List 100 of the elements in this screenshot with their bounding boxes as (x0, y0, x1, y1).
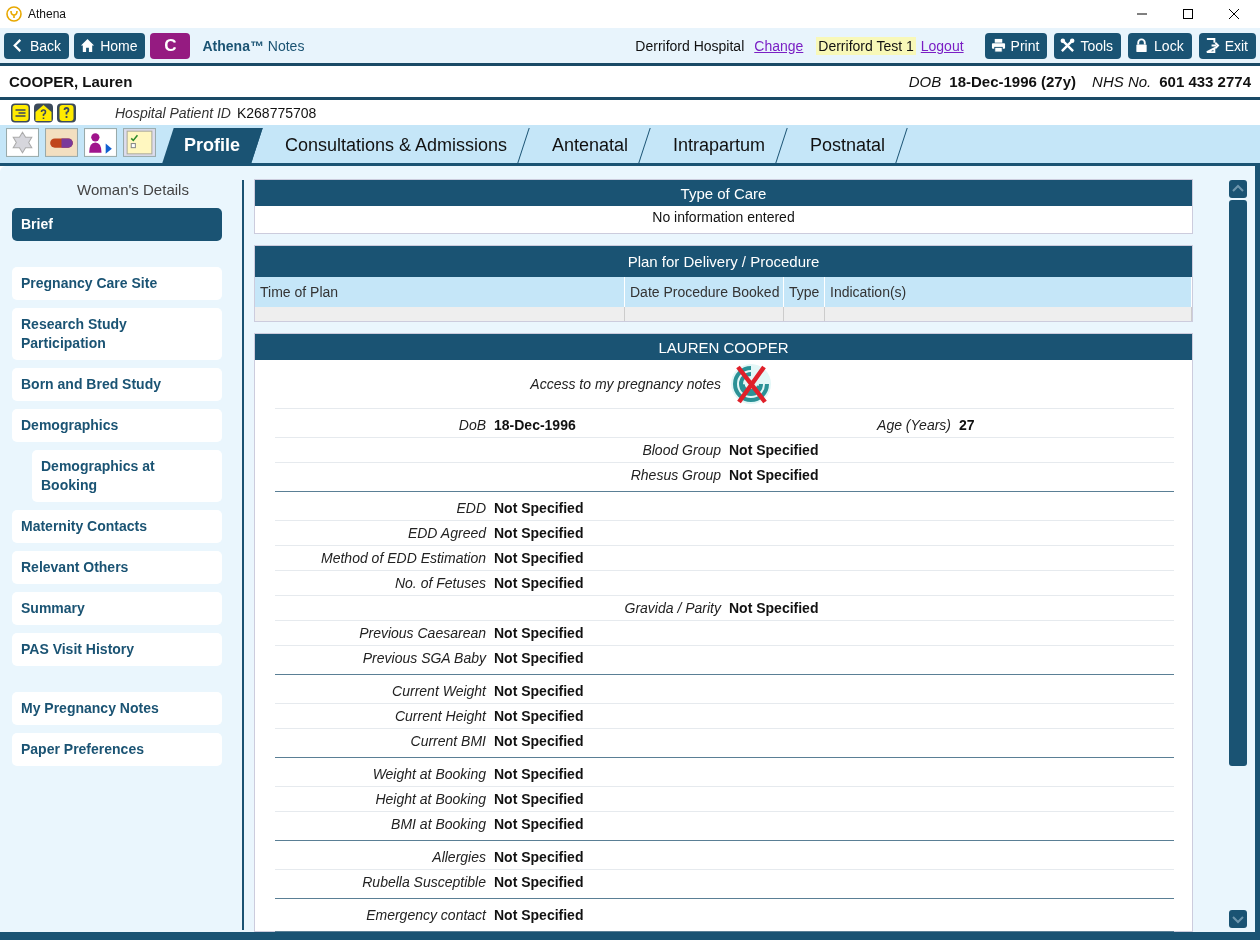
notes-access-icon[interactable] (729, 362, 773, 406)
field-value: Not Specified (494, 575, 584, 591)
scroll-up-icon[interactable] (1229, 180, 1247, 198)
field-label: Method of EDD Estimation (320, 550, 486, 566)
user-name: Derriford Test 1 (816, 36, 916, 55)
sidebar-item[interactable]: My Pregnancy Notes (12, 692, 222, 725)
sidebar-item[interactable]: Summary (12, 592, 222, 625)
field-value: 18-Dec-1996 (494, 417, 576, 433)
app-name: Athena™ Notes (202, 37, 305, 54)
field-label: Previous SGA Baby (361, 650, 486, 666)
exit-button[interactable]: Exit (1198, 32, 1256, 59)
tab[interactable]: Profile (162, 128, 263, 163)
field-label: Current BMI (409, 733, 486, 749)
location-text: Derriford Hospital (635, 37, 745, 54)
home-button[interactable]: Home (74, 32, 146, 59)
field-label: Current Weight (391, 683, 486, 699)
dob-value: 18-Dec-1996 (27y) (949, 73, 1077, 90)
column-header: Time of Plan (255, 277, 625, 307)
field-label: Allergies (431, 849, 486, 865)
field-value: Not Specified (494, 874, 584, 890)
column-header: Date Procedure Booked (625, 277, 784, 307)
field-value: Not Specified (494, 550, 584, 566)
panel-header: Plan for Delivery / Procedure (255, 246, 1192, 277)
hospital-id-label: Hospital Patient ID (115, 104, 231, 121)
change-link[interactable]: Change (754, 37, 804, 54)
tab[interactable]: Intrapartum (651, 128, 788, 163)
field-value: Not Specified (729, 467, 819, 483)
field-value: Not Specified (494, 791, 584, 807)
sidebar-title: Woman's Details (76, 181, 190, 198)
tools-icon (1060, 38, 1076, 53)
lock-button[interactable]: Lock (1128, 32, 1192, 59)
print-button[interactable]: Print (984, 32, 1048, 59)
tab[interactable]: Antenatal (530, 128, 651, 163)
field-label: Current Height (393, 708, 486, 724)
scrollbar-thumb[interactable] (1229, 200, 1247, 766)
field-label: Access to my pregnancy notes (529, 376, 721, 392)
tools-button[interactable]: Tools (1054, 32, 1122, 59)
field-value: Not Specified (494, 907, 584, 923)
sidebar-item[interactable]: Brief (12, 208, 222, 241)
field-value: Not Specified (494, 849, 584, 865)
sidebar-item[interactable]: Pregnancy Care Site (12, 267, 222, 300)
field-value: Not Specified (494, 766, 584, 782)
field-label: DoB (457, 417, 486, 433)
field-value: Not Specified (494, 816, 584, 832)
field-value: Not Specified (729, 600, 819, 616)
field-label: Age (Years) (875, 417, 951, 433)
field-label: EDD (455, 500, 486, 516)
field-label: Rhesus Group (629, 467, 721, 483)
lock-icon (1134, 38, 1150, 53)
sidebar-item[interactable]: Born and Bred Study (12, 368, 222, 401)
tab[interactable]: Postnatal (788, 128, 908, 163)
app-logo-icon (6, 6, 22, 22)
alert-list-icon[interactable] (10, 102, 31, 123)
hospital-id-value: K268775708 (236, 104, 317, 121)
notepad-icon[interactable] (123, 128, 156, 157)
column-header: Indication(s) (825, 277, 1192, 307)
sidebar-item[interactable]: PAS Visit History (12, 633, 222, 666)
logout-link[interactable]: Logout (920, 37, 964, 54)
field-label: Rubella Susceptible (361, 874, 486, 890)
field-label: BMI at Booking (390, 816, 486, 832)
scroll-down-icon[interactable] (1229, 910, 1247, 928)
field-label: No. of Fetuses (393, 575, 486, 591)
alert-house-icon[interactable] (33, 102, 54, 123)
column-header: Type (784, 277, 825, 307)
field-value: Not Specified (494, 500, 584, 516)
sidebar-item[interactable]: Paper Preferences (12, 733, 222, 766)
window-title: Athena (28, 7, 67, 21)
star-shape-icon[interactable] (6, 128, 39, 157)
field-label: EDD Agreed (406, 525, 486, 541)
field-label: Weight at Booking (371, 766, 486, 782)
sidebar-item[interactable]: Relevant Others (12, 551, 222, 584)
field-value: Not Specified (494, 525, 584, 541)
field-label: Previous Caesarean (358, 625, 486, 641)
field-value: 27 (959, 417, 975, 433)
field-value: Not Specified (494, 683, 584, 699)
tab[interactable]: Consultations & Admissions (263, 128, 530, 163)
sidebar-item[interactable]: Demographics at Booking (32, 450, 222, 502)
close-icon[interactable] (1228, 8, 1240, 20)
panel-header: LAUREN COOPER (255, 334, 1192, 360)
field-value: Not Specified (494, 625, 584, 641)
empty-message: No information entered (651, 208, 796, 227)
field-value: Not Specified (494, 733, 584, 749)
sidebar-item[interactable]: Research Study Participation (12, 308, 222, 360)
maximize-icon[interactable] (1182, 8, 1194, 20)
nhs-value: 601 433 2774 (1159, 73, 1251, 90)
field-label: Height at Booking (374, 791, 486, 807)
alert-question-icon[interactable] (56, 102, 77, 123)
exit-icon (1204, 38, 1220, 53)
printer-icon (990, 38, 1006, 53)
sidebar-item[interactable]: Demographics (12, 409, 222, 442)
sidebar-item[interactable]: Maternity Contacts (12, 510, 222, 543)
field-value: Not Specified (494, 708, 584, 724)
person-play-icon[interactable] (84, 128, 117, 157)
field-label: Blood Group (641, 442, 721, 458)
panel-header: Type of Care (255, 180, 1192, 206)
user-initial-button[interactable]: C (150, 32, 191, 59)
pill-icon[interactable] (45, 128, 78, 157)
back-button[interactable]: Back (4, 32, 70, 59)
field-label: Emergency contact (365, 907, 486, 923)
field-label: Gravida / Parity (623, 600, 721, 616)
